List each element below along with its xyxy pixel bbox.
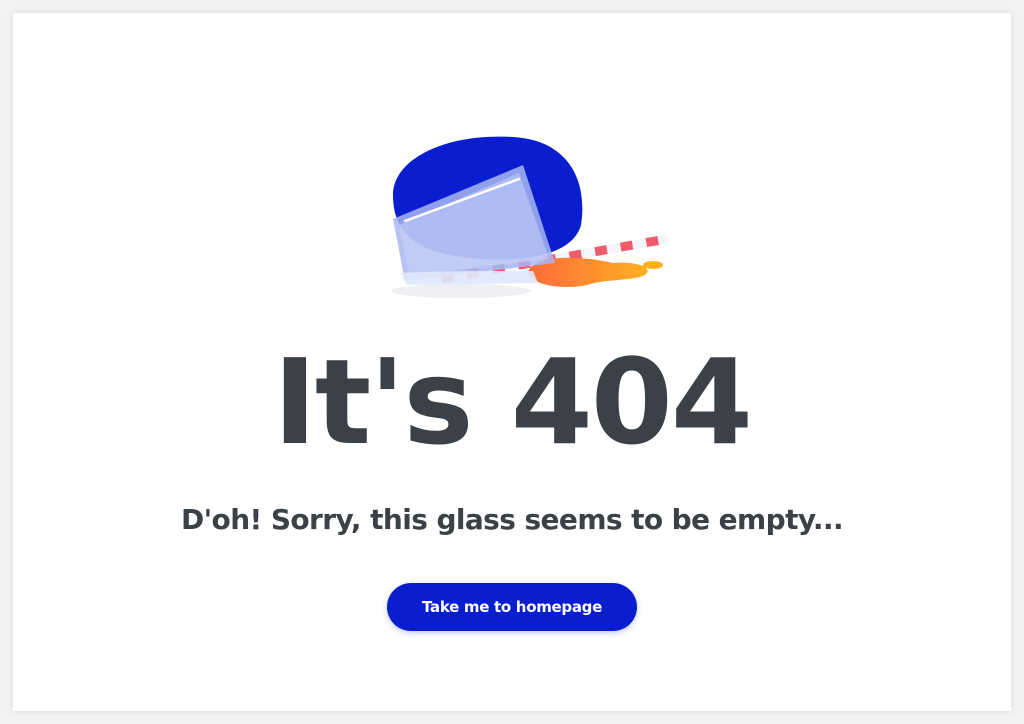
error-message: D'oh! Sorry, this glass seems to be empt… — [180, 503, 844, 536]
homepage-button[interactable]: Take me to homepage — [387, 583, 637, 631]
spilled-glass-illustration — [373, 125, 673, 305]
homepage-button-label[interactable]: Take me to homepage — [422, 598, 602, 616]
error-card: It's 404 D'oh! Sorry, this glass seems t… — [13, 13, 1011, 711]
error-headline: It's 404 — [272, 333, 753, 471]
